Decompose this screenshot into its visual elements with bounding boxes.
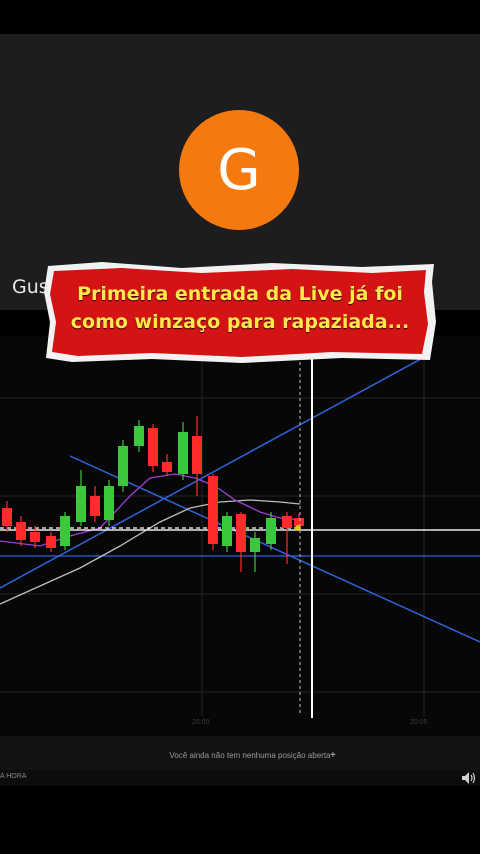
banner-text: Primeira entrada da Live já foi como win… — [42, 280, 438, 336]
bearish-candle — [30, 532, 40, 542]
time-axis-label-1: 20:00 — [192, 719, 210, 726]
bearish-candle — [192, 436, 202, 474]
top-black-bar — [0, 0, 480, 34]
bullish-candle — [134, 426, 144, 446]
candlestick-chart[interactable]: 20:00 20:05 — [0, 336, 480, 736]
bullish-candle — [178, 432, 188, 474]
entry-point-marker — [295, 525, 301, 531]
bearish-candle — [16, 522, 26, 540]
bearish-candle — [294, 518, 304, 526]
no-open-position-message: Você ainda não tem nenhuma posição abert… — [169, 751, 331, 760]
avatar-letter: G — [217, 137, 261, 203]
banner-line-2: como winzaço para rapaziada... — [70, 311, 410, 333]
position-status-bar: Você ainda não tem nenhuma posição abert… — [0, 736, 480, 770]
bearish-candle — [162, 462, 172, 472]
announcement-banner: Primeira entrada da Live já foi como win… — [42, 262, 438, 364]
trend-line-falling[interactable] — [69, 455, 480, 643]
bullish-candle — [250, 538, 260, 552]
bearish-candle — [282, 516, 292, 528]
time-label: A HORA — [0, 773, 27, 780]
participant-avatar[interactable]: G — [179, 110, 299, 230]
trend-line-rising[interactable] — [0, 353, 431, 589]
bullish-candle — [118, 446, 128, 486]
add-position-button[interactable]: + — [330, 750, 336, 761]
bearish-candle — [46, 536, 56, 548]
bullish-candle — [222, 516, 232, 546]
bearish-candle — [208, 476, 218, 544]
bottom-black-area — [0, 786, 480, 854]
bullish-candle — [104, 486, 114, 520]
bearish-candle — [236, 514, 246, 552]
bearish-candle — [2, 508, 12, 526]
bottom-toolbar: A HORA — [0, 770, 480, 786]
time-axis-label-2: 20:05 — [410, 719, 428, 726]
bearish-candle — [148, 428, 158, 466]
volume-icon[interactable] — [462, 772, 476, 784]
bullish-candle — [266, 518, 276, 544]
banner-line-1: Primeira entrada da Live já foi — [77, 283, 403, 305]
bullish-candle — [60, 516, 70, 546]
bullish-candle — [76, 486, 86, 522]
trading-chart[interactable]: 20:00 20:05 — [0, 336, 480, 736]
bearish-candle — [90, 496, 100, 516]
